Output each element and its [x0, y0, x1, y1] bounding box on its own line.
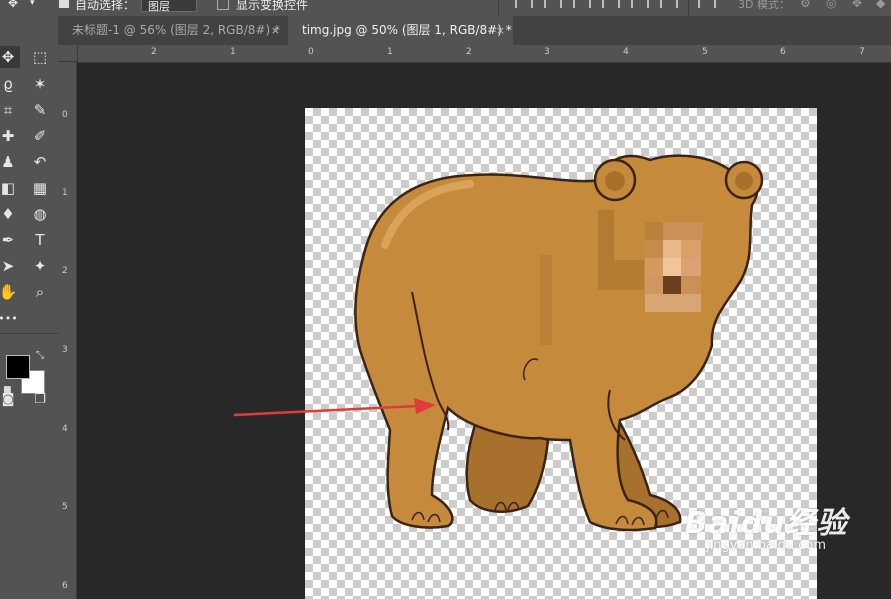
- watermark: Baidu经验 jingyan.baidu.com: [676, 498, 856, 553]
- bear-image: [354, 154, 764, 532]
- watermark-logo: Baidu经验: [684, 506, 848, 541]
- watermark-url: jingyan.baidu.com: [706, 538, 826, 553]
